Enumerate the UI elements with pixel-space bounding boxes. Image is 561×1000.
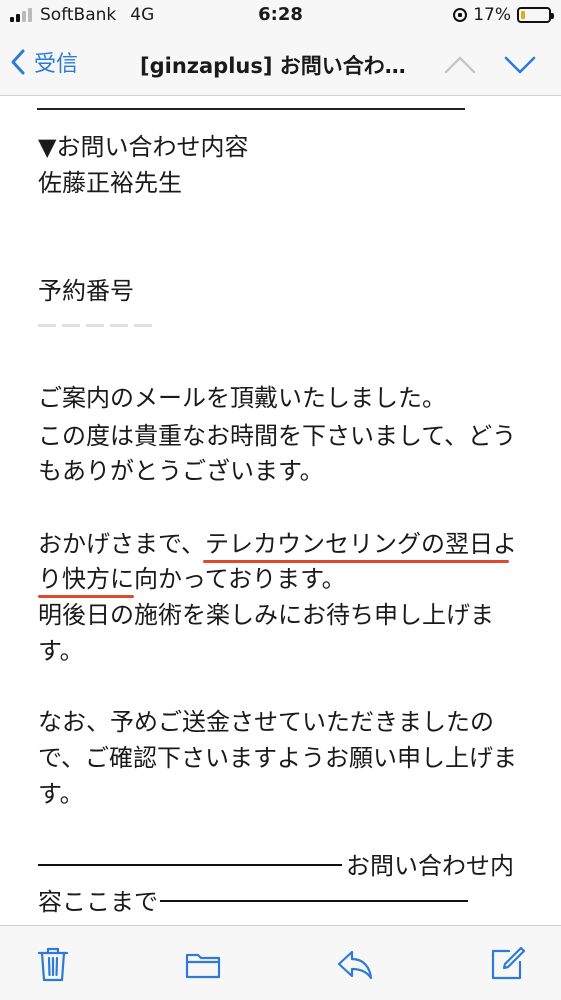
body-line: この度は貴重なお時間を下さいまして、どう: [38, 422, 517, 450]
dash-rule: [38, 864, 342, 866]
reply-icon[interactable]: [335, 944, 375, 984]
body-line: で、ご確認下さいますようお願い申し上げま: [38, 744, 518, 772]
recipient-name: 佐藤正裕先生: [38, 169, 182, 197]
end-marker-text: お問い合わせ内: [346, 852, 514, 880]
body-line: す。: [38, 637, 84, 665]
nav-bar: 受信 [ginzaplus] お問い合わ…: [0, 32, 561, 96]
end-marker-line: お問い合わせ内: [38, 848, 514, 884]
chevron-down-icon[interactable]: [500, 50, 540, 80]
orientation-lock-icon: [453, 8, 468, 22]
dash-rule: [160, 900, 468, 902]
trash-icon[interactable]: [33, 944, 73, 984]
body-line: おかげさまで、テレカウンセリングの翌日よ: [38, 530, 518, 558]
battery-icon: [517, 7, 554, 23]
back-button-label: 受信: [34, 52, 79, 77]
body-line: す。: [38, 780, 84, 808]
compose-icon[interactable]: [487, 944, 527, 984]
body-line: り快方に向かっております。: [38, 565, 346, 593]
body-line: 明後日の施術を楽しみにお待ち申し上げま: [38, 601, 494, 629]
chevron-up-icon[interactable]: [440, 50, 480, 80]
status-bar: SoftBank 4G 6:28 17%: [0, 0, 561, 32]
battery-percent: 17%: [473, 5, 511, 25]
folder-icon[interactable]: [183, 944, 223, 984]
body-line: なお、予めご送金させていただきましたの: [38, 708, 494, 736]
end-marker-line: 容ここまで: [38, 884, 468, 920]
end-marker-text: 容ここまで: [38, 888, 158, 916]
body-line: もありがとうございます。: [38, 457, 324, 485]
reservation-label: 予約番号: [38, 277, 134, 305]
email-body[interactable]: ▼お問い合わせ内容 佐藤正裕先生 予約番号 ご案内のメールを頂戴いたしました。 …: [0, 97, 561, 925]
back-button[interactable]: 受信: [10, 46, 78, 78]
status-right: 17%: [453, 5, 554, 25]
battery-fill: [521, 11, 526, 19]
chevron-left-icon: [11, 49, 25, 75]
redacted-number: [38, 315, 208, 327]
body-line: ご案内のメールを頂戴いたしました。: [38, 384, 446, 412]
section-heading: ▼お問い合わせ内容: [38, 133, 249, 161]
email-subject-title: [ginzaplus] お問い合わ…: [140, 54, 406, 78]
divider-line: [37, 108, 465, 110]
bottom-toolbar: [0, 925, 561, 1000]
